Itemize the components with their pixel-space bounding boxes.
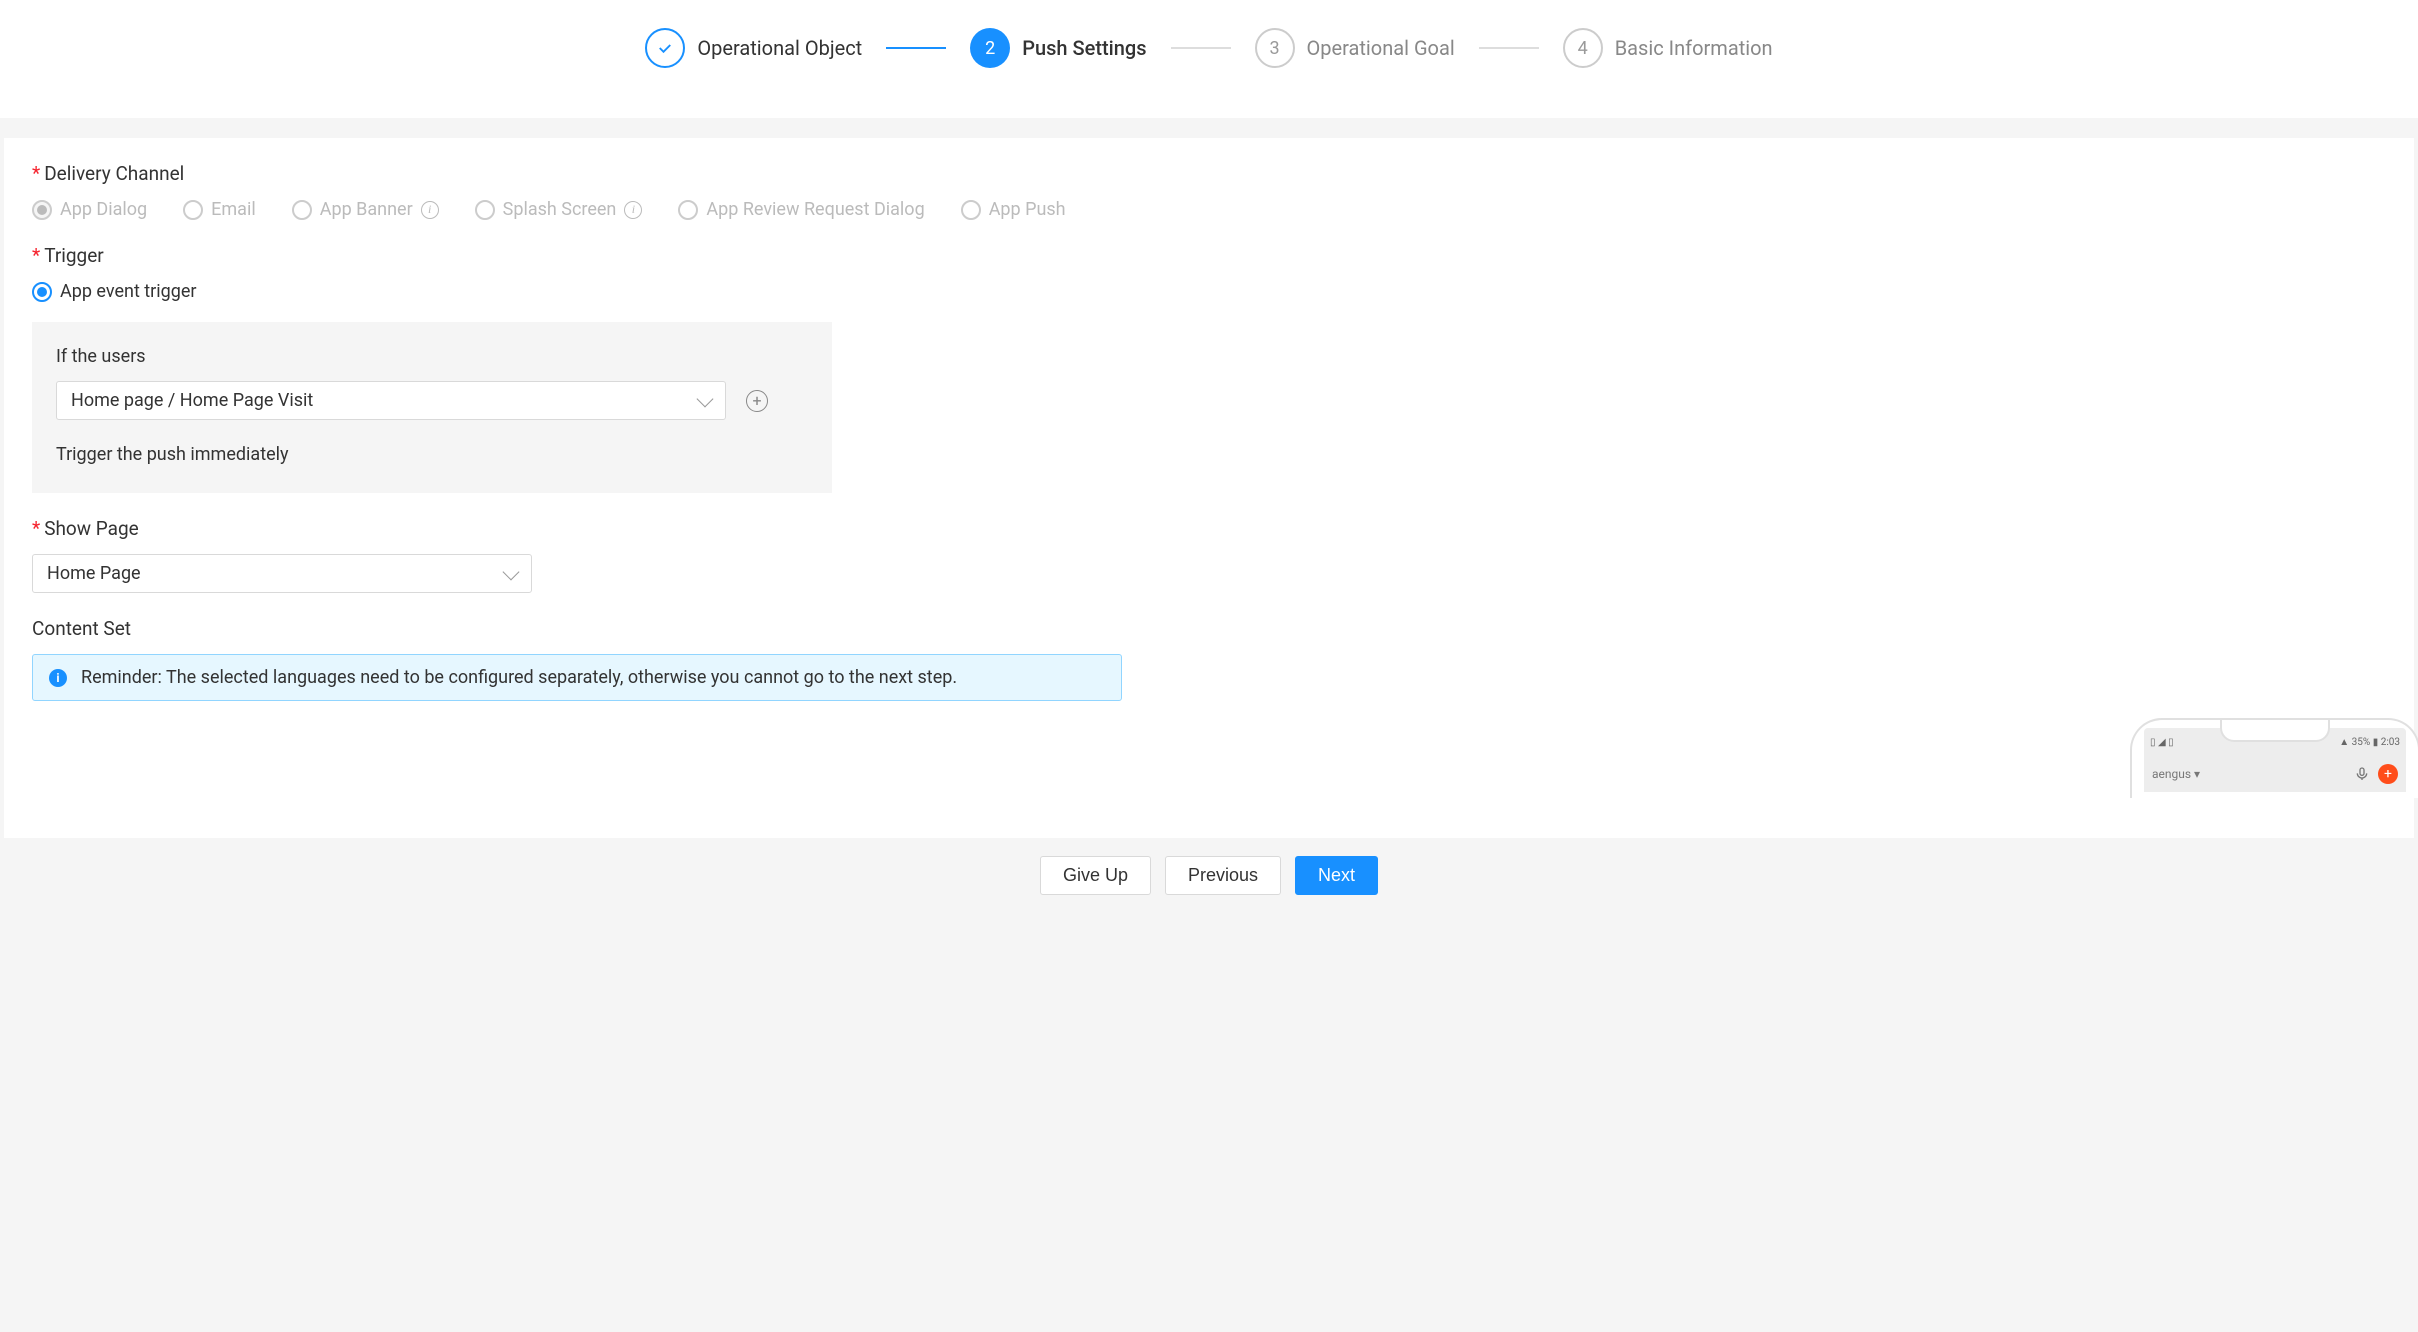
step-label: Basic Information bbox=[1615, 36, 1773, 60]
previous-button[interactable]: Previous bbox=[1165, 856, 1281, 895]
radio-app-event-trigger[interactable]: App event trigger bbox=[32, 281, 197, 302]
radio-app-dialog[interactable]: App Dialog bbox=[32, 199, 147, 220]
radio-icon bbox=[32, 282, 52, 302]
trigger-config-box: If the users Home page / Home Page Visit… bbox=[32, 322, 832, 493]
select-value: Home Page bbox=[47, 563, 141, 584]
step-basic-information[interactable]: 4 Basic Information bbox=[1563, 28, 1773, 68]
event-select-row: Home page / Home Page Visit + bbox=[56, 381, 808, 420]
step-connector bbox=[1479, 47, 1539, 49]
radio-icon bbox=[678, 200, 698, 220]
step-label: Push Settings bbox=[1022, 36, 1146, 60]
radio-icon bbox=[292, 200, 312, 220]
give-up-button[interactable]: Give Up bbox=[1040, 856, 1151, 895]
step-label: Operational Object bbox=[697, 36, 862, 60]
radio-app-banner[interactable]: App Banner i bbox=[292, 199, 439, 220]
step-label: Operational Goal bbox=[1307, 36, 1455, 60]
step-push-settings[interactable]: 2 Push Settings bbox=[970, 28, 1146, 68]
step-operational-object[interactable]: Operational Object bbox=[645, 28, 862, 68]
trigger-note: Trigger the push immediately bbox=[56, 444, 808, 465]
chevron-down-icon bbox=[697, 390, 714, 407]
radio-label: App Dialog bbox=[60, 199, 147, 220]
phone-app-name: aengus ▾ bbox=[2152, 767, 2200, 781]
step-pending-icon: 4 bbox=[1563, 28, 1603, 68]
radio-label: Email bbox=[211, 199, 256, 220]
radio-label: Splash Screen bbox=[503, 199, 617, 220]
phone-app-header: aengus ▾ + bbox=[2144, 756, 2406, 792]
if-users-label: If the users bbox=[56, 346, 808, 367]
radio-splash-screen[interactable]: Splash Screen i bbox=[475, 199, 643, 220]
info-icon[interactable]: i bbox=[624, 201, 642, 219]
show-page-select[interactable]: Home Page bbox=[32, 554, 532, 593]
microphone-icon bbox=[2354, 766, 2370, 782]
add-event-button[interactable]: + bbox=[746, 390, 768, 412]
step-done-icon bbox=[645, 28, 685, 68]
phone-notch bbox=[2220, 720, 2330, 742]
show-page-label: *Show Page bbox=[32, 517, 2386, 540]
trigger-options: App event trigger bbox=[32, 281, 2386, 302]
alert-text: Reminder: The selected languages need to… bbox=[81, 667, 957, 688]
chevron-down-icon bbox=[503, 563, 520, 580]
delivery-channel-label: *Delivery Channel bbox=[32, 162, 2386, 185]
radio-icon bbox=[961, 200, 981, 220]
wizard-steps: Operational Object 2 Push Settings 3 Ope… bbox=[0, 0, 2418, 118]
radio-email[interactable]: Email bbox=[183, 199, 256, 220]
trigger-label: *Trigger bbox=[32, 244, 2386, 267]
delivery-channel-options: App Dialog Email App Banner i Splash Scr… bbox=[32, 199, 2386, 220]
form-content: *Delivery Channel App Dialog Email App B… bbox=[4, 138, 2414, 838]
radio-label: App Review Request Dialog bbox=[706, 199, 924, 220]
info-icon[interactable]: i bbox=[421, 201, 439, 219]
footer-buttons: Give Up Previous Next bbox=[0, 838, 2418, 907]
next-button[interactable]: Next bbox=[1295, 856, 1378, 895]
radio-icon bbox=[475, 200, 495, 220]
step-operational-goal[interactable]: 3 Operational Goal bbox=[1255, 28, 1455, 68]
plus-icon: + bbox=[2378, 764, 2398, 784]
event-select[interactable]: Home page / Home Page Visit bbox=[56, 381, 726, 420]
select-value: Home page / Home Page Visit bbox=[71, 390, 313, 411]
content-set-label: Content Set bbox=[32, 617, 2386, 640]
radio-app-review-request[interactable]: App Review Request Dialog bbox=[678, 199, 924, 220]
radio-app-push[interactable]: App Push bbox=[961, 199, 1066, 220]
radio-label: App event trigger bbox=[60, 281, 197, 302]
step-pending-icon: 3 bbox=[1255, 28, 1295, 68]
phone-preview: ▯ ◢ ▯ ▲ 35% ▮ 2:03 aengus ▾ + bbox=[2130, 718, 2418, 798]
step-connector bbox=[1171, 47, 1231, 49]
radio-label: App Push bbox=[989, 199, 1066, 220]
reminder-alert: i Reminder: The selected languages need … bbox=[32, 654, 1122, 701]
radio-icon bbox=[183, 200, 203, 220]
radio-label: App Banner bbox=[320, 199, 413, 220]
info-icon: i bbox=[49, 669, 67, 687]
step-active-icon: 2 bbox=[970, 28, 1010, 68]
step-connector bbox=[886, 47, 946, 49]
radio-icon bbox=[32, 200, 52, 220]
